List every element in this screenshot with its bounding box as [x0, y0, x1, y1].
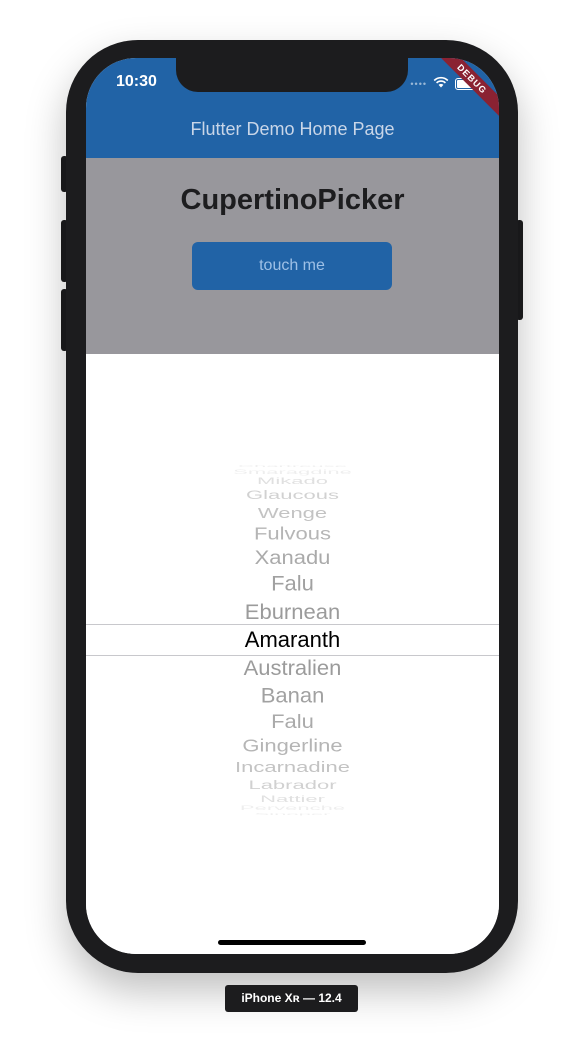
picker-item[interactable]: Sinoper	[86, 813, 499, 815]
picker-item[interactable]: Eburnean	[86, 600, 499, 623]
picker-item[interactable]: Nattier	[86, 794, 499, 803]
selection-top-divider	[86, 624, 499, 625]
picker-item[interactable]: Smaragdine	[86, 468, 499, 475]
picker-item[interactable]: Mikado	[86, 477, 499, 486]
picker-item[interactable]: Glaucous	[86, 489, 499, 501]
picker-item[interactable]: Banan	[86, 685, 499, 706]
device-label: iPhone Xʀ — 12.4	[225, 985, 358, 1012]
picker-item[interactable]: Chartreuse	[86, 465, 499, 467]
picker-item[interactable]: Wenge	[86, 505, 499, 521]
status-time: 10:30	[116, 73, 157, 90]
picker-item[interactable]: Fulvous	[86, 525, 499, 544]
picker-item[interactable]: Labrador	[86, 778, 499, 790]
picker-item[interactable]: Amaranth	[86, 629, 499, 651]
panel-heading: CupertinoPicker	[180, 184, 405, 216]
page-title: Flutter Demo Home Page	[190, 119, 395, 139]
picker-item[interactable]: Pervenche	[86, 805, 499, 811]
home-indicator[interactable]	[218, 940, 366, 945]
picker-header-panel: CupertinoPicker touch me	[86, 158, 499, 354]
wifi-icon	[433, 75, 449, 93]
device-screen: 10:30 •••• DEBUG Flutter Demo Home Page …	[86, 58, 499, 954]
signal-icon: ••••	[410, 79, 427, 89]
picker-item[interactable]: Gingerline	[86, 736, 499, 755]
picker-item[interactable]: Australien	[86, 657, 499, 679]
touch-me-button[interactable]: touch me	[192, 242, 392, 290]
device-notch	[176, 58, 408, 92]
picker-item[interactable]: Incarnadine	[86, 759, 499, 774]
picker-item[interactable]: Falu	[86, 573, 499, 595]
app-bar: 10:30 •••• DEBUG Flutter Demo Home Page	[86, 58, 499, 158]
picker-item[interactable]: Falu	[86, 712, 499, 731]
cupertino-picker[interactable]: Chartreuse Smaragdine Mikado Glaucous Wenge F…	[86, 354, 499, 954]
picker-item[interactable]: Xanadu	[86, 548, 499, 568]
simulator-canvas: 10:30 •••• DEBUG Flutter Demo Home Page …	[0, 0, 584, 1048]
